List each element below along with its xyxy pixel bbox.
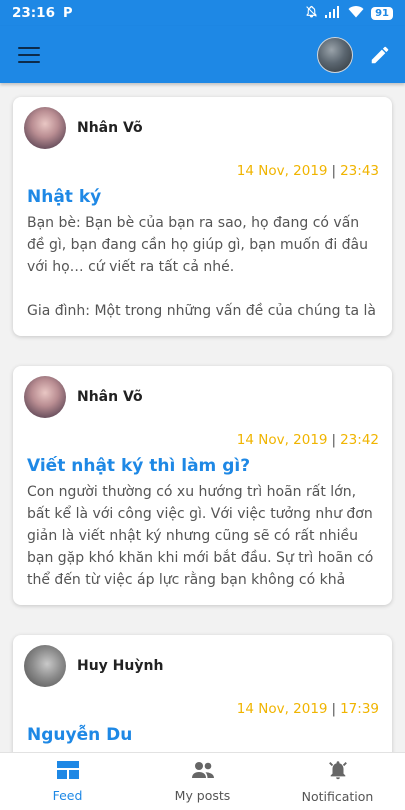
wifi-icon bbox=[348, 5, 364, 21]
avatar[interactable] bbox=[24, 645, 66, 687]
feed-icon bbox=[56, 760, 80, 784]
avatar[interactable] bbox=[24, 107, 66, 149]
pencil-icon[interactable] bbox=[369, 44, 391, 66]
bottom-nav: Feed My posts Notification bbox=[0, 752, 405, 810]
post-time: 23:43 bbox=[340, 163, 379, 179]
avatar[interactable] bbox=[24, 376, 66, 418]
bell-icon bbox=[327, 759, 349, 785]
post-body: Con người thường có xu hướng trì hoãn rấ… bbox=[27, 484, 374, 588]
post-time: 23:42 bbox=[340, 432, 379, 448]
app-indicator-icon: P bbox=[62, 5, 73, 21]
post-meta: 14 Nov, 2019 | 17:39 bbox=[236, 701, 379, 717]
profile-avatar[interactable] bbox=[317, 36, 353, 73]
people-icon bbox=[191, 760, 215, 784]
status-time: 23:16 bbox=[12, 5, 55, 21]
post-date: 14 Nov, 2019 bbox=[236, 163, 328, 179]
post-meta: 14 Nov, 2019 | 23:43 bbox=[236, 163, 379, 179]
post-card[interactable]: Nhân Võ 14 Nov, 2019 | 23:43 Nhật ký Bạn b… bbox=[13, 97, 392, 336]
author-name[interactable]: Nhân Võ bbox=[77, 389, 143, 405]
post-title[interactable]: Nguyễn Du bbox=[27, 725, 379, 745]
bell-off-icon bbox=[305, 5, 318, 21]
nav-my-posts-label: My posts bbox=[174, 788, 231, 803]
post-card[interactable]: Nhân Võ 14 Nov, 2019 | 23:42 Viết nhật ký … bbox=[13, 366, 392, 605]
nav-feed-label: Feed bbox=[52, 788, 83, 803]
status-bar: 23:16 P 91 bbox=[0, 0, 405, 26]
post-card[interactable]: Huy Huỳnh 14 Nov, 2019 | 17:39 Nguyễn Du bbox=[13, 635, 392, 752]
nav-notification[interactable]: Notification bbox=[270, 753, 405, 810]
post-title[interactable]: Viết nhật ký thì làm gì? bbox=[27, 456, 379, 476]
post-date: 14 Nov, 2019 bbox=[236, 701, 328, 717]
post-time: 17:39 bbox=[340, 701, 379, 717]
post-meta: 14 Nov, 2019 | 23:42 bbox=[236, 432, 379, 448]
post-body: Bạn bè: Bạn bè của bạn ra sao, họ đang c… bbox=[27, 215, 376, 319]
author-name[interactable]: Huy Huỳnh bbox=[77, 658, 163, 674]
app-bar bbox=[0, 26, 405, 83]
signal-icon bbox=[325, 5, 341, 21]
post-date: 14 Nov, 2019 bbox=[236, 432, 328, 448]
menu-icon[interactable] bbox=[18, 46, 40, 63]
nav-feed[interactable]: Feed bbox=[0, 753, 135, 810]
author-name[interactable]: Nhân Võ bbox=[77, 120, 143, 136]
post-title[interactable]: Nhật ký bbox=[27, 187, 379, 207]
battery-icon: 91 bbox=[371, 6, 393, 20]
nav-my-posts[interactable]: My posts bbox=[135, 753, 270, 810]
feed-list[interactable]: Nhân Võ 14 Nov, 2019 | 23:43 Nhật ký Bạn b… bbox=[0, 83, 405, 752]
nav-notification-label: Notification bbox=[301, 789, 374, 804]
